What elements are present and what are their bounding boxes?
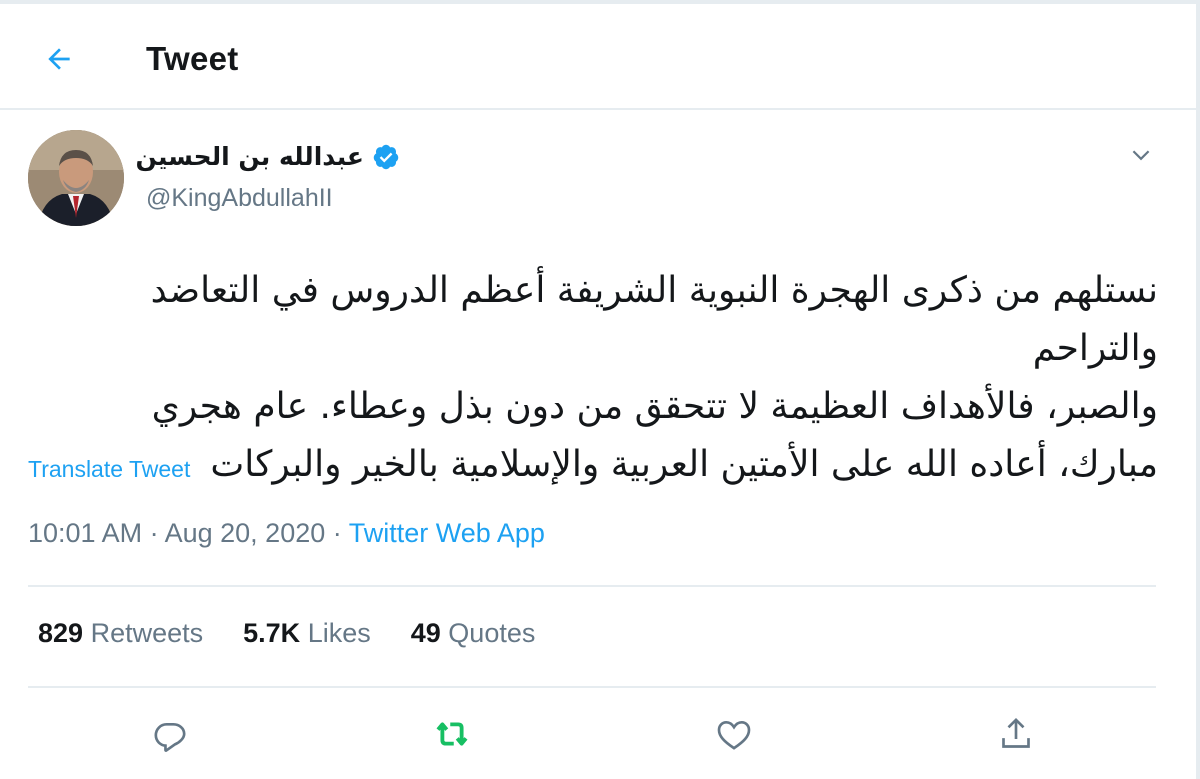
more-options-button[interactable]	[1126, 140, 1156, 170]
avatar-image	[28, 130, 124, 226]
page-header: Tweet	[0, 4, 1196, 110]
retweet-icon	[436, 722, 468, 746]
avatar[interactable]	[28, 130, 124, 226]
like-button[interactable]	[710, 710, 758, 758]
share-icon	[1002, 717, 1030, 748]
verified-badge-icon	[372, 143, 400, 171]
stat-label: Likes	[307, 618, 371, 648]
tweet-text-line: مبارك، أعاده الله على الأمتين العربية وا…	[210, 444, 1158, 485]
tweet-text: نستلهم من ذكرى الهجرة النبوية الشريفة أع…	[28, 262, 1158, 494]
translate-tweet-link[interactable]: Translate Tweet	[28, 456, 190, 483]
stat-label: Retweets	[90, 618, 204, 648]
arrow-left-icon	[48, 48, 70, 70]
quotes-stat[interactable]: 49 Quotes	[411, 618, 536, 649]
reply-icon	[154, 723, 186, 752]
separator: ·	[325, 518, 349, 548]
tweet-date[interactable]: Aug 20, 2020	[165, 518, 326, 548]
stat-count: 49	[410, 618, 441, 648]
retweets-stat[interactable]: 829 Retweets	[38, 618, 203, 649]
divider	[28, 585, 1156, 587]
tweet-text-line: نستلهم من ذكرى الهجرة النبوية الشريفة أع…	[150, 270, 1158, 369]
divider	[28, 686, 1156, 688]
heart-icon	[717, 720, 751, 750]
tweet-text-line: والصبر، فالأهداف العظيمة لا تتحقق من دون…	[151, 386, 1158, 427]
back-button[interactable]	[36, 36, 82, 82]
stat-label: Quotes	[448, 618, 536, 648]
user-handle[interactable]: @KingAbdullahII	[146, 184, 333, 213]
stat-count: 829	[38, 618, 84, 648]
likes-stat[interactable]: 5.7K Likes	[243, 618, 371, 649]
display-name[interactable]: عبدالله بن الحسين	[136, 142, 364, 171]
reply-button[interactable]	[146, 710, 194, 758]
stat-count: 5.7K	[243, 618, 301, 648]
share-button[interactable]	[992, 710, 1040, 758]
right-border	[1196, 0, 1200, 779]
page-title: Tweet	[146, 40, 239, 77]
author-name-row[interactable]: عبدالله بن الحسين	[136, 142, 400, 171]
tweet-metadata: 10:01 AM · Aug 20, 2020 · Twitter Web Ap…	[28, 518, 545, 549]
tweet-time[interactable]: 10:01 AM	[28, 518, 142, 548]
tweet-stats: 829 Retweets 5.7K Likes 49 Quotes	[38, 618, 535, 649]
tweet-source-link[interactable]: Twitter Web App	[349, 518, 545, 548]
separator: ·	[142, 518, 165, 548]
retweet-button[interactable]	[428, 710, 476, 758]
chevron-down-icon	[1132, 150, 1150, 161]
tweet-actions	[0, 710, 1196, 758]
